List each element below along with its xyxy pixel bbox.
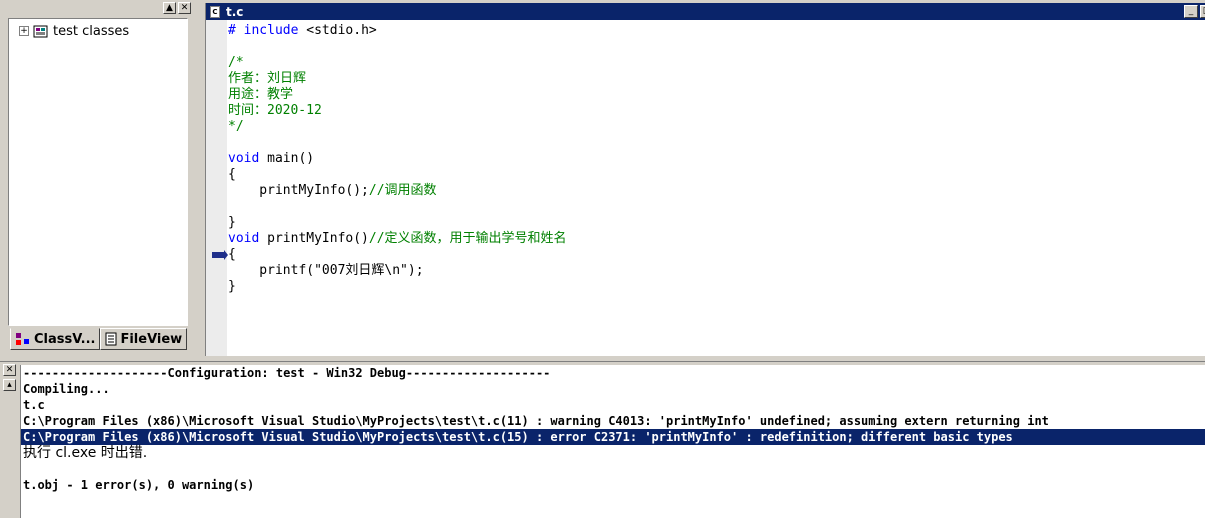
code-comment: //调用函数: [368, 183, 437, 198]
code-line[interactable]: # include <stdio.h>: [228, 23, 567, 39]
code-comment: 用途：教学: [228, 87, 294, 102]
editor-title-text: t.c: [226, 4, 244, 19]
code-line[interactable]: [228, 135, 567, 151]
current-line-arrow-icon: [212, 250, 228, 260]
code-line[interactable]: /*: [228, 55, 567, 71]
code-text: }: [228, 279, 236, 294]
tab-fileview-label: FileView: [120, 331, 183, 347]
code-text: }: [228, 215, 236, 230]
code-keyword: void: [228, 231, 260, 246]
code-line[interactable]: }: [228, 279, 567, 295]
output-line[interactable]: --------------------Configuration: test …: [21, 365, 1205, 381]
output-pane: ✕ ▴ --------------------Configuration: t…: [0, 361, 1205, 518]
editor-restore-button[interactable]: □: [1200, 5, 1205, 18]
output-line[interactable]: 执行 cl.exe 时出错.: [21, 445, 1205, 461]
output-line[interactable]: t.obj - 1 error(s), 0 warning(s): [21, 477, 1205, 493]
code-comment: 时间：2020-12: [228, 103, 322, 118]
code-text: {: [228, 167, 236, 182]
output-line[interactable]: Compiling...: [21, 381, 1205, 397]
code-line[interactable]: printf("007刘日辉\n");: [228, 263, 567, 279]
code-comment: */: [228, 119, 244, 134]
code-comment: //定义函数，用于输出学号和姓名: [368, 231, 567, 246]
c-source-file-icon: C: [210, 5, 220, 18]
code-line[interactable]: void main(): [228, 151, 567, 167]
fileview-icon: [105, 332, 117, 346]
code-line[interactable]: void printMyInfo()//定义函数，用于输出学号和姓名: [228, 231, 567, 247]
code-text: printMyInfo();: [228, 183, 369, 198]
tab-classview-label: ClassV...: [34, 331, 96, 347]
code-comment: /*: [228, 55, 244, 70]
code-keyword: # include: [228, 23, 307, 38]
code-area[interactable]: # include <stdio.h> /* 作者：刘日辉 用途：教学 时间：2020-…: [228, 23, 567, 295]
workspace-tabs: ClassV... FileView: [10, 328, 188, 350]
code-text: main(): [259, 151, 315, 166]
code-line[interactable]: {: [228, 247, 567, 263]
output-line[interactable]: [21, 461, 1205, 477]
code-line[interactable]: 用途：教学: [228, 87, 567, 103]
workspace-close-button[interactable]: ✕: [178, 2, 191, 14]
tree-item-test-classes[interactable]: + test classes: [19, 23, 129, 39]
code-comment: 作者：刘日辉: [228, 71, 307, 86]
code-line[interactable]: [228, 199, 567, 215]
code-text: printMyInfo(): [259, 231, 369, 246]
editor-title-bar[interactable]: C t.c _ □: [206, 3, 1205, 20]
build-output[interactable]: --------------------Configuration: test …: [20, 365, 1205, 518]
code-line[interactable]: 时间：2020-12: [228, 103, 567, 119]
editor-minimize-button[interactable]: _: [1184, 5, 1198, 18]
workspace-scroll-up-button[interactable]: ▲: [163, 2, 176, 14]
output-scroll-button[interactable]: ▴: [3, 379, 16, 391]
code-line[interactable]: [228, 39, 567, 55]
code-line[interactable]: printMyInfo();//调用函数: [228, 183, 567, 199]
code-line[interactable]: {: [228, 167, 567, 183]
class-tree[interactable]: + test classes: [8, 18, 188, 326]
expand-plus-icon[interactable]: +: [19, 26, 29, 36]
classview-icon: [16, 333, 29, 345]
output-line-selected[interactable]: C:\Program Files (x86)\Microsoft Visual …: [21, 429, 1205, 445]
tab-classview[interactable]: ClassV...: [10, 328, 101, 350]
output-close-button[interactable]: ✕: [3, 364, 16, 376]
output-line[interactable]: C:\Program Files (x86)\Microsoft Visual …: [21, 413, 1205, 429]
code-line[interactable]: 作者：刘日辉: [228, 71, 567, 87]
tree-root-label: test classes: [53, 23, 130, 39]
code-text: <stdio.h>: [306, 23, 377, 38]
editor-gutter: [206, 20, 227, 356]
code-text: printf("007刘日辉\n");: [228, 263, 424, 278]
code-line[interactable]: }: [228, 215, 567, 231]
code-line[interactable]: */: [228, 119, 567, 135]
workspace-pane: ▲ ✕ + test classes ClassV... FileView: [0, 0, 200, 356]
tab-fileview[interactable]: FileView: [100, 328, 188, 350]
code-keyword: void: [228, 151, 260, 166]
output-line[interactable]: t.c: [21, 397, 1205, 413]
class-folder-icon: [33, 25, 48, 38]
editor-window: C t.c _ □ # include <stdio.h> /*作者：刘日辉用途：…: [205, 3, 1205, 356]
code-text: {: [228, 247, 236, 262]
